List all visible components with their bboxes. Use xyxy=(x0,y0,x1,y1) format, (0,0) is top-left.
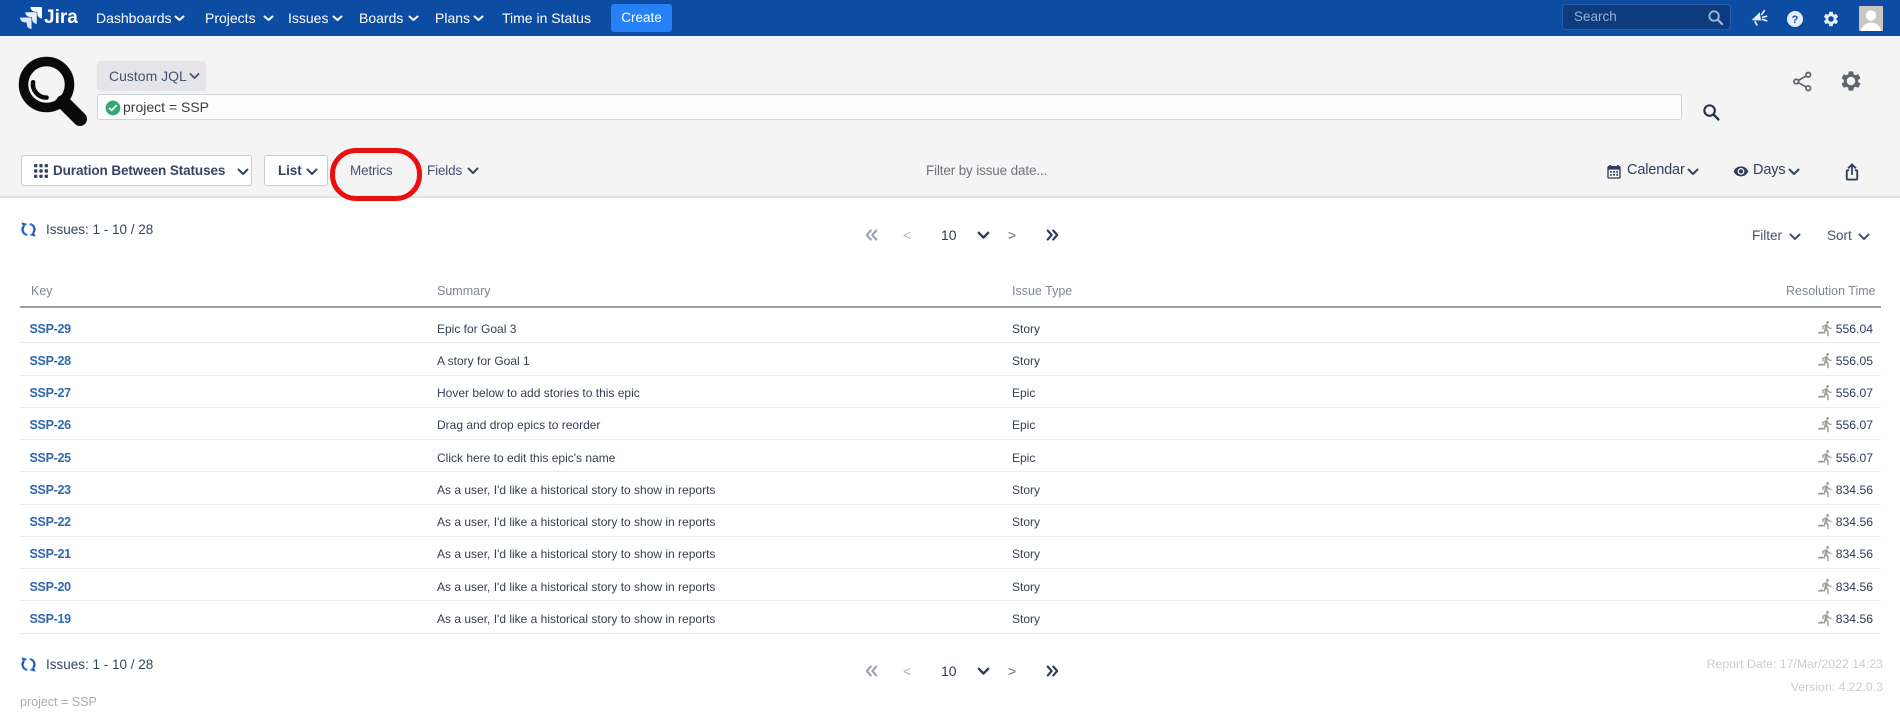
svg-text:?: ? xyxy=(1792,14,1799,26)
